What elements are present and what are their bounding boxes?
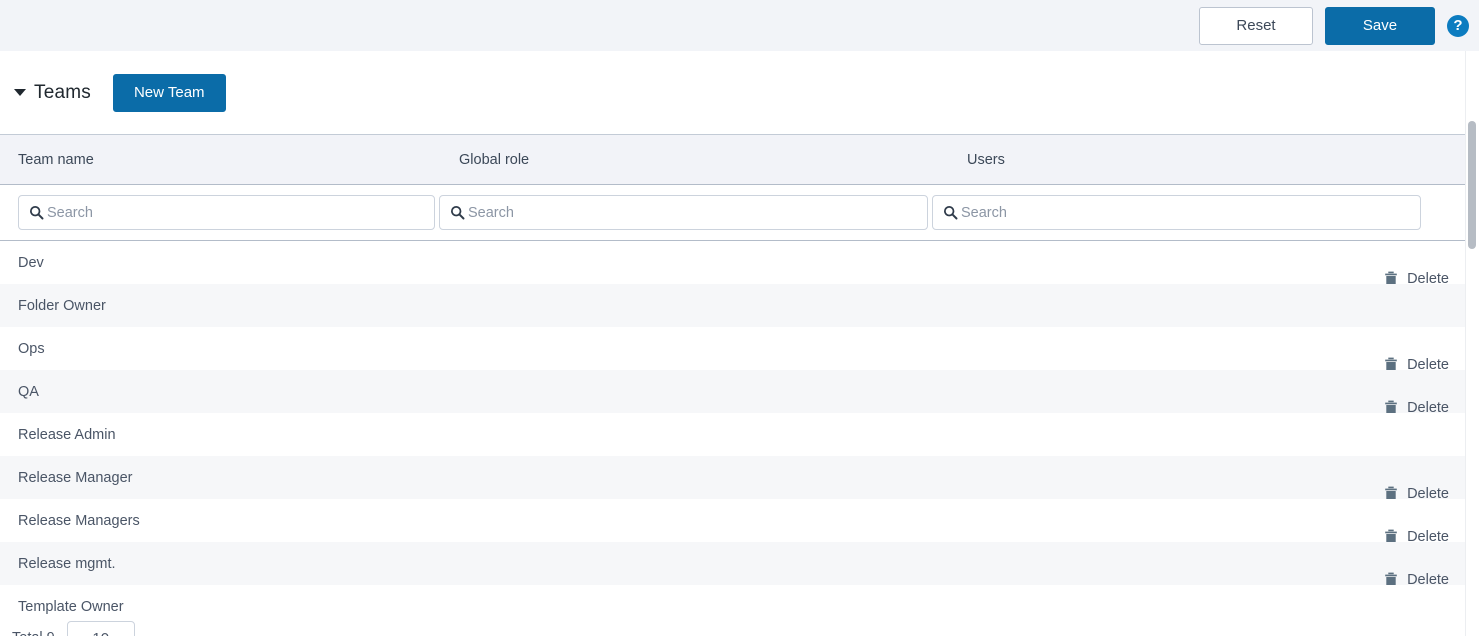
users-search-box[interactable] <box>932 195 1421 230</box>
table-row: Ops Delete <box>0 327 1467 373</box>
team-name-search-input[interactable] <box>47 204 424 221</box>
cell-team-name: Folder Owner <box>18 297 106 314</box>
page-title: Teams <box>34 81 91 103</box>
table-row: Release AdminRelease Administrator (admi… <box>0 413 1467 490</box>
table-row: Folder OwnerRelease Administrator (admin… <box>0 284 1467 361</box>
users-search-input[interactable] <box>961 204 1410 221</box>
top-toolbar: Reset Save ? <box>0 0 1479 51</box>
table-row: QARelease Administrator (admin)Delete <box>0 370 1467 447</box>
vertical-scrollbar-track[interactable] <box>1465 51 1479 636</box>
cell-team-name: Template Owner <box>18 598 124 615</box>
chevron-down-icon[interactable] <box>14 89 26 96</box>
search-icon <box>29 205 44 220</box>
column-header-global-role: Global role <box>459 151 530 168</box>
column-header-users: Users <box>967 151 1005 168</box>
global-role-search-input[interactable] <box>468 204 917 221</box>
cell-team-name: Release Managers <box>18 512 140 529</box>
global-role-search-box[interactable] <box>439 195 928 230</box>
teams-table: Team name Global role Users Search Searc… <box>0 134 1467 636</box>
total-count-label: Total 9 <box>12 630 55 636</box>
table-footer: Total 9 10 <box>0 618 1467 636</box>
column-header-team-name: Team name <box>18 151 94 168</box>
table-row: Release ManagerRelease Administrator (ad… <box>0 456 1467 533</box>
table-row: Release Managers Delete <box>0 499 1467 545</box>
cell-team-name: Release Manager <box>18 469 133 486</box>
table-header-row: Team name Global role Users <box>0 135 1467 185</box>
vertical-scrollbar-thumb[interactable] <box>1468 121 1476 249</box>
save-button[interactable]: Save <box>1325 6 1435 45</box>
cell-team-name: Ops <box>18 340 45 357</box>
page-size-select[interactable]: 10 <box>66 621 135 636</box>
search-icon <box>943 205 958 220</box>
table-body: DevDeleteFolder OwnerRelease Administrat… <box>0 241 1467 636</box>
teams-section-header: Teams New Team <box>0 51 1479 134</box>
cell-team-name: QA <box>18 383 39 400</box>
team-name-search-box[interactable] <box>18 195 435 230</box>
table-filter-row <box>0 185 1467 241</box>
table-row: Release mgmt. Delete <box>0 542 1467 588</box>
cell-team-name: Dev <box>18 254 44 271</box>
cell-team-name: Release mgmt. <box>18 555 116 572</box>
teams-settings-page: Reset Save ? Teams New Team Team name Gl… <box>0 0 1479 636</box>
search-icon <box>450 205 465 220</box>
cell-team-name: Release Admin <box>18 426 116 443</box>
reset-button[interactable]: Reset <box>1199 6 1313 45</box>
new-team-button[interactable]: New Team <box>112 73 226 112</box>
help-icon[interactable]: ? <box>1447 14 1469 37</box>
table-row: Dev Delete <box>0 241 1467 287</box>
